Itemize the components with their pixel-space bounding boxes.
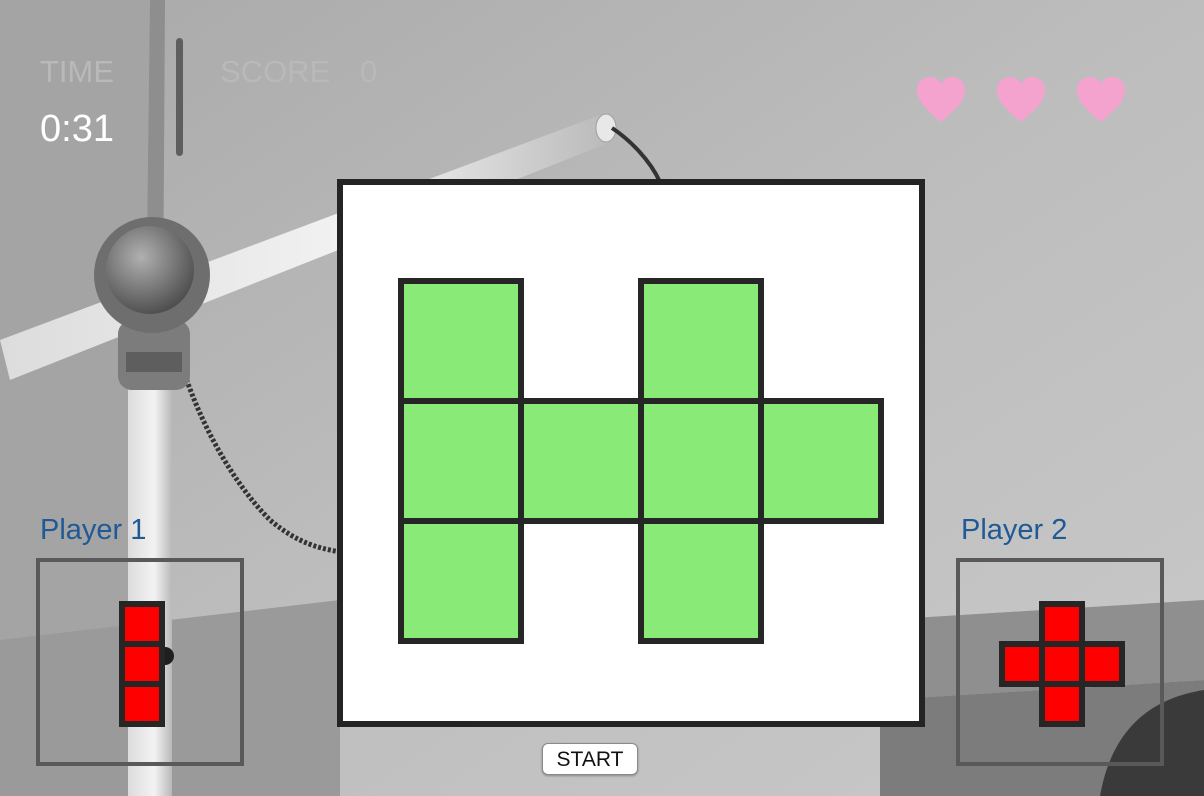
piece-cell bbox=[999, 641, 1045, 687]
start-button[interactable]: START bbox=[542, 743, 638, 775]
piece-cell bbox=[1079, 641, 1125, 687]
board-cell bbox=[398, 398, 524, 524]
player-1-label: Player 1 bbox=[40, 514, 147, 546]
player-2-label: Player 2 bbox=[961, 514, 1068, 546]
score-value: 0 bbox=[360, 54, 378, 89]
heart-icon bbox=[1077, 77, 1125, 122]
player-1-piece bbox=[119, 601, 165, 727]
time-value: 0:31 bbox=[40, 108, 114, 150]
piece-cell bbox=[1039, 681, 1085, 727]
heart-icon bbox=[917, 77, 965, 122]
piece-cell bbox=[119, 641, 165, 687]
player-1-frame bbox=[36, 558, 244, 766]
puzzle-shape bbox=[398, 278, 884, 644]
player-2-piece bbox=[999, 601, 1125, 727]
heart-icon bbox=[997, 77, 1045, 122]
board-cell bbox=[638, 518, 764, 644]
game-stage: TIME 0:31 SCORE 0 Player 1 Player 2 STAR… bbox=[0, 0, 1204, 796]
score-label: SCORE bbox=[220, 54, 331, 89]
board-cell bbox=[638, 398, 764, 524]
hud-divider bbox=[176, 38, 183, 156]
piece-cell bbox=[119, 601, 165, 647]
piece-cell bbox=[119, 681, 165, 727]
piece-cell bbox=[1039, 641, 1085, 687]
piece-cell bbox=[1039, 601, 1085, 647]
time-label: TIME bbox=[40, 54, 115, 89]
board-cell bbox=[638, 278, 764, 404]
board-cell bbox=[398, 278, 524, 404]
puzzle-board bbox=[337, 179, 925, 727]
board-cell bbox=[758, 398, 884, 524]
board-cell bbox=[398, 518, 524, 644]
board-cell bbox=[518, 398, 644, 524]
player-2-frame bbox=[956, 558, 1164, 766]
